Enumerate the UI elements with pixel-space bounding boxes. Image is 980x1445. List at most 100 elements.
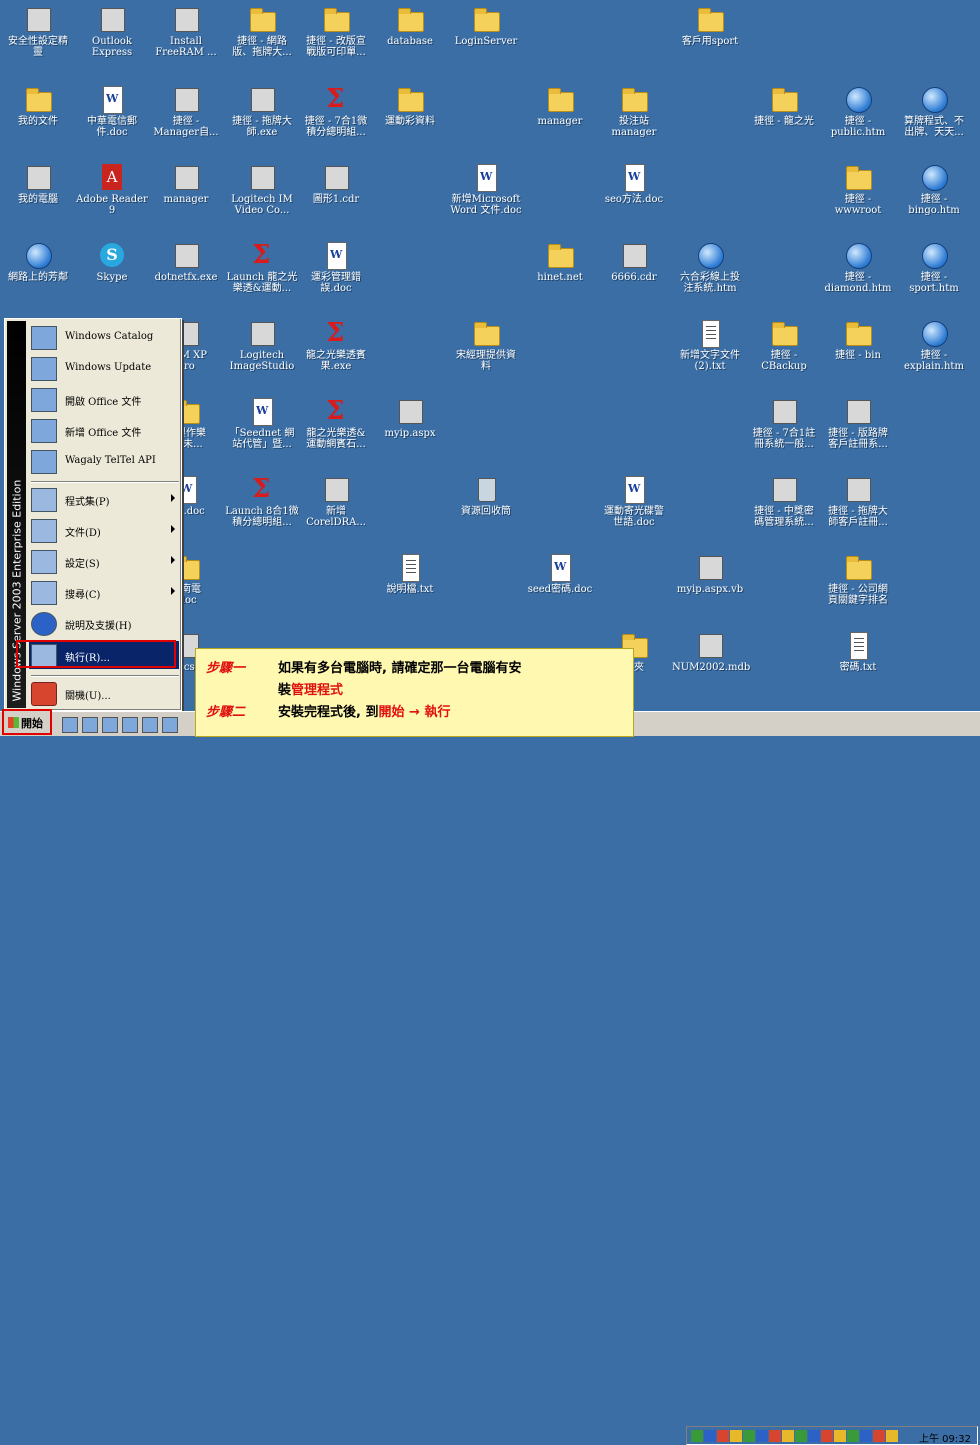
tray-icon[interactable] (769, 1430, 781, 1442)
desktop-icon[interactable]: Σ 龍之光樂透賓 果.exe (298, 318, 374, 372)
desktop-icon[interactable]: Σ 龍之光樂透& 運動網賓石... (298, 396, 374, 450)
desktop-icon[interactable]: 新增 CorelDRA... (298, 474, 374, 528)
desktop-icon[interactable]: S Skype (74, 240, 150, 283)
outlook-icon[interactable] (102, 717, 118, 733)
desktop-icon[interactable]: 捷徑 - Manager自... (148, 84, 224, 138)
desktop-icon[interactable]: 新增文字文件 (2).txt (672, 318, 748, 372)
tray-icon[interactable] (834, 1430, 846, 1442)
desktop-icon[interactable]: Wseed密碼.doc (522, 552, 598, 595)
explorer-icon[interactable] (142, 717, 158, 733)
desktop-icon[interactable]: 捷徑 - bin (820, 318, 896, 361)
desktop-icon[interactable]: Install FreeRAM ... (148, 4, 224, 58)
desktop-icon[interactable]: 運動彩資料 (372, 84, 448, 127)
desktop-icon[interactable]: 算牌程式、不 出牌、天天... (896, 84, 972, 138)
desktop-icon[interactable]: 捷徑 - public.htm (820, 84, 896, 138)
desktop-icon[interactable]: W 新增Microsoft Word 文件.doc (448, 162, 524, 216)
desktop-icon[interactable]: LoginServer (448, 4, 524, 47)
desktop-icon[interactable]: Σ Launch 8合1微 積分總明組... (224, 474, 300, 528)
tray-icon[interactable] (795, 1430, 807, 1442)
desktop-icon[interactable]: 捷徑 - wwwroot (820, 162, 896, 216)
desktop-icon[interactable]: W 「Seednet 網 站代管」暨... (224, 396, 300, 450)
desktop-icon[interactable]: 捷徑 - bingo.htm (896, 162, 972, 216)
messenger-icon[interactable] (162, 717, 178, 733)
start-button[interactable]: 開始 (2, 709, 52, 735)
desktop-icon[interactable]: 投注站 manager (596, 84, 672, 138)
desktop-icon-label: 捷徑 - 龍之光 (754, 116, 814, 127)
tray-icon[interactable] (860, 1430, 872, 1442)
desktop-icon-label: seed密碼.doc (527, 584, 593, 595)
desktop-icon[interactable]: W 運彩管理錯 誤.doc (298, 240, 374, 294)
generic-icon (246, 84, 278, 114)
desktop-icon[interactable]: Logitech ImageStudio (224, 318, 300, 372)
desktop-icon[interactable]: dotnetfx.exe (148, 240, 224, 283)
shutdown-item[interactable]: 關機(U)... (29, 679, 179, 707)
start-menu-item[interactable]: 新增 Office 文件 (29, 416, 179, 444)
desktop-icon[interactable]: Wseo方法.doc (596, 162, 672, 205)
desktop-icon[interactable]: 客戶用sport (672, 4, 748, 47)
desktop-icon[interactable]: 捷徑 - 拖牌大 師.exe (224, 84, 300, 138)
tray-icon[interactable] (717, 1430, 729, 1442)
desktop-icon[interactable]: 捷徑 - explain.htm (896, 318, 972, 372)
desktop-icon[interactable]: 捷徑 - 中獎密 碼管理系統... (746, 474, 822, 528)
desktop-icon[interactable]: Σ Launch 龍之光 樂透&運動... (224, 240, 300, 294)
step1-highlight: 管理程式 (291, 683, 344, 698)
desktop-icon[interactable]: 圖形1.cdr (298, 162, 374, 205)
start-menu-item[interactable]: 說明及支援(H) (29, 609, 179, 637)
desktop-icon[interactable]: 捷徑 - 改版宣 戰版可印單... (298, 4, 374, 58)
desktop-icon[interactable]: 我的電腦 (0, 162, 76, 205)
start-menu-item[interactable]: Windows Update (29, 354, 179, 382)
desktop-icon[interactable]: 我的文件 (0, 84, 76, 127)
desktop-icon[interactable]: myip.aspx.vb (672, 552, 748, 595)
tray-icon[interactable] (886, 1430, 898, 1442)
start-menu-item[interactable]: 程式集(P) (29, 485, 179, 513)
desktop-icon[interactable]: 捷徑 - CBackup (746, 318, 822, 372)
desktop-icon[interactable]: W 中華電信郵 件.doc (74, 84, 150, 138)
desktop-icon[interactable] (122, 717, 138, 733)
tray-icon[interactable] (704, 1430, 716, 1442)
tray-icon[interactable] (730, 1430, 742, 1442)
tray-icon[interactable] (873, 1430, 885, 1442)
ie-icon[interactable] (62, 717, 78, 733)
desktop-icon[interactable]: 捷徑 - diamond.htm (820, 240, 896, 294)
tray-icon[interactable] (756, 1430, 768, 1442)
desktop-icon[interactable]: 捷徑 - 公司網 頁關鍵字排名 (820, 552, 896, 606)
desktop-icon[interactable]: NUM2002.mdb (672, 630, 750, 673)
tray-icon[interactable] (821, 1430, 833, 1442)
desktop-icon[interactable]: Σ 捷徑 - 7合1微 積分總明組... (298, 84, 374, 138)
desktop-icon[interactable]: myip.aspx (372, 396, 448, 439)
desktop-icon[interactable]: 密碼.txt (820, 630, 896, 673)
desktop-icon[interactable]: 網路上的芳鄰 (0, 240, 76, 283)
tray-icon[interactable] (691, 1430, 703, 1442)
desktop-icon[interactable]: Outlook Express (74, 4, 150, 58)
desktop-icon[interactable]: A Adobe Reader 9 (74, 162, 150, 216)
desktop-icon[interactable]: manager (522, 84, 598, 127)
desktop-icon[interactable]: 宋經理提供資 料 (448, 318, 524, 372)
desktop-icon[interactable]: 說明檔.txt (372, 552, 448, 595)
desktop-icon[interactable]: database (372, 4, 448, 47)
start-menu-item[interactable]: 設定(S) (29, 547, 179, 575)
desktop-icon[interactable]: 捷徑 - 版路牌 客戶註冊系... (820, 396, 896, 450)
start-menu-item[interactable]: Windows Catalog (29, 323, 179, 351)
desktop-icon[interactable]: 六合彩線上投 注系統.htm (672, 240, 748, 294)
tray-icon[interactable] (847, 1430, 859, 1442)
start-menu-item[interactable]: Wagaly TelTel API (29, 447, 179, 475)
tray-icon[interactable] (743, 1430, 755, 1442)
desktop-icon[interactable]: manager (148, 162, 224, 205)
desktop-icon[interactable]: 捷徑 - 網路 版、拖牌大... (224, 4, 300, 58)
desktop-icon[interactable]: 捷徑 - 拖牌大 師客戶註冊... (820, 474, 896, 528)
desktop-icon[interactable]: hinet.net (522, 240, 598, 283)
desktop-icon[interactable]: Logitech IM Video Co... (224, 162, 300, 216)
desktop-icon[interactable]: 捷徑 - 7合1註 冊系統一般... (746, 396, 822, 450)
tray-icon[interactable] (808, 1430, 820, 1442)
desktop-icon[interactable]: 捷徑 - 龍之光 (746, 84, 822, 127)
desktop-icon[interactable]: 安全性設定精 靈 (0, 4, 76, 58)
start-menu-item[interactable]: 開啟 Office 文件 (29, 385, 179, 413)
desktop-icon[interactable]: 捷徑 - sport.htm (896, 240, 972, 294)
start-menu-item[interactable]: 搜尋(C) (29, 578, 179, 606)
start-menu-item[interactable]: 文件(D) (29, 516, 179, 544)
desktop-icon[interactable]: W 運動寄光碟警 世語.doc (596, 474, 672, 528)
word-icon[interactable] (82, 717, 98, 733)
desktop-icon[interactable]: 6666.cdr (596, 240, 672, 283)
tray-icon[interactable] (782, 1430, 794, 1442)
desktop-icon[interactable]: 資源回收筒 (448, 474, 524, 517)
